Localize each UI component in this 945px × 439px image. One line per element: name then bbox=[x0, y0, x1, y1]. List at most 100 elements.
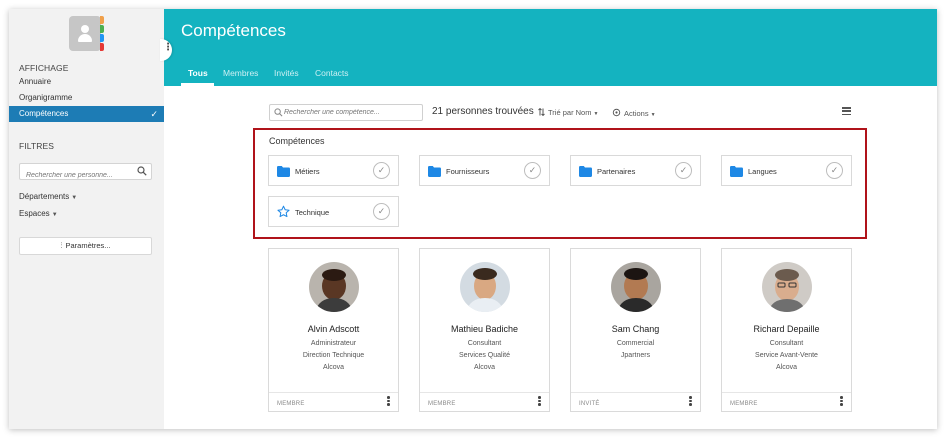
sidebar-item-organigramme[interactable]: Organigramme bbox=[9, 90, 164, 106]
check-circle-icon[interactable]: ✓ bbox=[373, 162, 390, 179]
sort-button[interactable]: Trié par Nom ▼ bbox=[538, 107, 599, 117]
departements-filter-label: Départements bbox=[19, 192, 70, 201]
avatar bbox=[611, 262, 661, 312]
tab-contacts[interactable]: Contacts bbox=[315, 68, 349, 78]
person-company: Alcova bbox=[775, 364, 797, 371]
sidebar-item-annuaire[interactable]: Annuaire bbox=[9, 74, 164, 90]
person-search-field[interactable] bbox=[19, 163, 152, 183]
address-book-logo bbox=[69, 16, 104, 51]
actions-button-label: Actions bbox=[624, 109, 649, 118]
departements-filter[interactable]: Départements ▼ bbox=[19, 192, 77, 201]
person-title: Administrateur bbox=[310, 340, 357, 347]
search-icon[interactable] bbox=[137, 166, 147, 176]
person-name: Sam Chang bbox=[611, 324, 660, 334]
page-title: Compétences bbox=[181, 21, 286, 40]
person-department: Direction Technique bbox=[302, 352, 365, 359]
more-options-icon[interactable] bbox=[840, 396, 843, 406]
folder-icon bbox=[277, 166, 290, 177]
skill-search-field[interactable] bbox=[269, 104, 423, 121]
sidebar-item-competences[interactable]: Compétences ✓ bbox=[9, 106, 164, 122]
search-icon bbox=[274, 108, 283, 117]
person-search-input[interactable] bbox=[20, 168, 130, 183]
card-divider bbox=[269, 392, 398, 393]
header: Compétences Tous Membres Invités Contact… bbox=[164, 9, 937, 86]
sort-button-label: Trié par Nom bbox=[548, 108, 592, 117]
card-divider bbox=[420, 392, 549, 393]
person-title: Commercial bbox=[616, 340, 655, 347]
more-options-icon[interactable] bbox=[689, 396, 692, 406]
check-icon: ✓ bbox=[150, 109, 158, 119]
person-department: Services Qualité bbox=[459, 352, 510, 359]
competence-card-technique[interactable]: Technique ✓ bbox=[268, 196, 399, 227]
sidebar-item-label: Organigramme bbox=[19, 93, 73, 102]
card-divider bbox=[722, 392, 851, 393]
more-options-icon[interactable] bbox=[387, 396, 390, 406]
person-title: Consultant bbox=[769, 340, 804, 347]
caret-down-icon: ▼ bbox=[593, 111, 599, 117]
role-badge: MEMBRE bbox=[428, 401, 456, 407]
person-name: Mathieu Badiche bbox=[450, 324, 519, 334]
role-badge: MEMBRE bbox=[277, 401, 305, 407]
check-circle-icon[interactable]: ✓ bbox=[675, 162, 692, 179]
person-name: Alvin Adscott bbox=[307, 324, 360, 334]
espaces-filter[interactable]: Espaces ▼ bbox=[19, 209, 58, 218]
avatar bbox=[460, 262, 510, 312]
result-count: 21 personnes trouvées bbox=[432, 106, 534, 117]
person-company: Alcova bbox=[473, 364, 495, 371]
person-name: Richard Depaille bbox=[753, 324, 820, 334]
actions-gear-icon bbox=[612, 108, 621, 117]
avatar bbox=[762, 262, 812, 312]
competence-card-fournisseurs[interactable]: Fournisseurs ✓ bbox=[419, 155, 550, 186]
star-icon bbox=[277, 205, 290, 218]
tab-tous[interactable]: Tous bbox=[188, 68, 208, 78]
folder-icon bbox=[730, 166, 743, 177]
sidebar-item-label: Compétences bbox=[19, 109, 69, 118]
competence-label: Fournisseurs bbox=[446, 167, 490, 176]
affichage-section-title: AFFICHAGE bbox=[19, 63, 69, 73]
person-card-richard-depaille[interactable]: Richard Depaille Consultant Service Avan… bbox=[721, 248, 852, 412]
parametres-button-label: Paramètres... bbox=[65, 241, 111, 250]
person-department: Jpartners bbox=[620, 352, 651, 359]
sidebar-item-label: Annuaire bbox=[19, 77, 52, 86]
sidebar: AFFICHAGE Annuaire Organigramme Compéten… bbox=[9, 9, 164, 429]
espaces-filter-label: Espaces bbox=[19, 209, 50, 218]
role-badge: INVITÉ bbox=[579, 401, 600, 407]
competence-card-metiers[interactable]: Métiers ✓ bbox=[268, 155, 399, 186]
active-tab-indicator bbox=[181, 83, 214, 86]
caret-down-icon: ▼ bbox=[51, 212, 58, 218]
sort-icon bbox=[538, 107, 545, 117]
hamburger-menu-icon[interactable] bbox=[842, 107, 851, 116]
person-card-sam-chang[interactable]: Sam Chang Commercial Jpartners INVITÉ bbox=[570, 248, 701, 412]
skill-search-input[interactable] bbox=[284, 106, 420, 119]
check-circle-icon[interactable]: ✓ bbox=[826, 162, 843, 179]
handle-grip-icon: ⋮ bbox=[163, 42, 173, 53]
person-title: Consultant bbox=[467, 340, 502, 347]
actions-button[interactable]: Actions ▼ bbox=[612, 108, 656, 118]
competence-label: Technique bbox=[295, 208, 330, 217]
filtres-section-title: FILTRES bbox=[19, 141, 55, 151]
parametres-button[interactable]: ⫶ Paramètres... bbox=[19, 237, 152, 255]
tab-membres[interactable]: Membres bbox=[223, 68, 258, 78]
competence-card-partenaires[interactable]: Partenaires ✓ bbox=[570, 155, 701, 186]
folder-icon bbox=[579, 166, 592, 177]
competence-card-langues[interactable]: Langues ✓ bbox=[721, 155, 852, 186]
role-badge: MEMBRE bbox=[730, 401, 758, 407]
person-card-alvin-adscott[interactable]: Alvin Adscott Administrateur Direction T… bbox=[268, 248, 399, 412]
avatar bbox=[309, 262, 359, 312]
caret-down-icon: ▼ bbox=[71, 195, 78, 201]
check-circle-icon[interactable]: ✓ bbox=[524, 162, 541, 179]
competence-label: Langues bbox=[748, 167, 777, 176]
folder-icon bbox=[428, 166, 441, 177]
tab-invites[interactable]: Invités bbox=[274, 68, 299, 78]
competence-label: Partenaires bbox=[597, 167, 636, 176]
person-department: Service Avant-Vente bbox=[755, 352, 818, 359]
person-card-mathieu-badiche[interactable]: Mathieu Badiche Consultant Services Qual… bbox=[419, 248, 550, 412]
competence-label: Métiers bbox=[295, 167, 320, 176]
card-divider bbox=[571, 392, 700, 393]
check-circle-icon[interactable]: ✓ bbox=[373, 203, 390, 220]
person-company: Alcova bbox=[322, 364, 344, 371]
competences-section-title: Compétences bbox=[269, 136, 325, 146]
sliders-icon: ⫶ bbox=[60, 241, 63, 250]
more-options-icon[interactable] bbox=[538, 396, 541, 406]
caret-down-icon: ▼ bbox=[650, 112, 656, 118]
